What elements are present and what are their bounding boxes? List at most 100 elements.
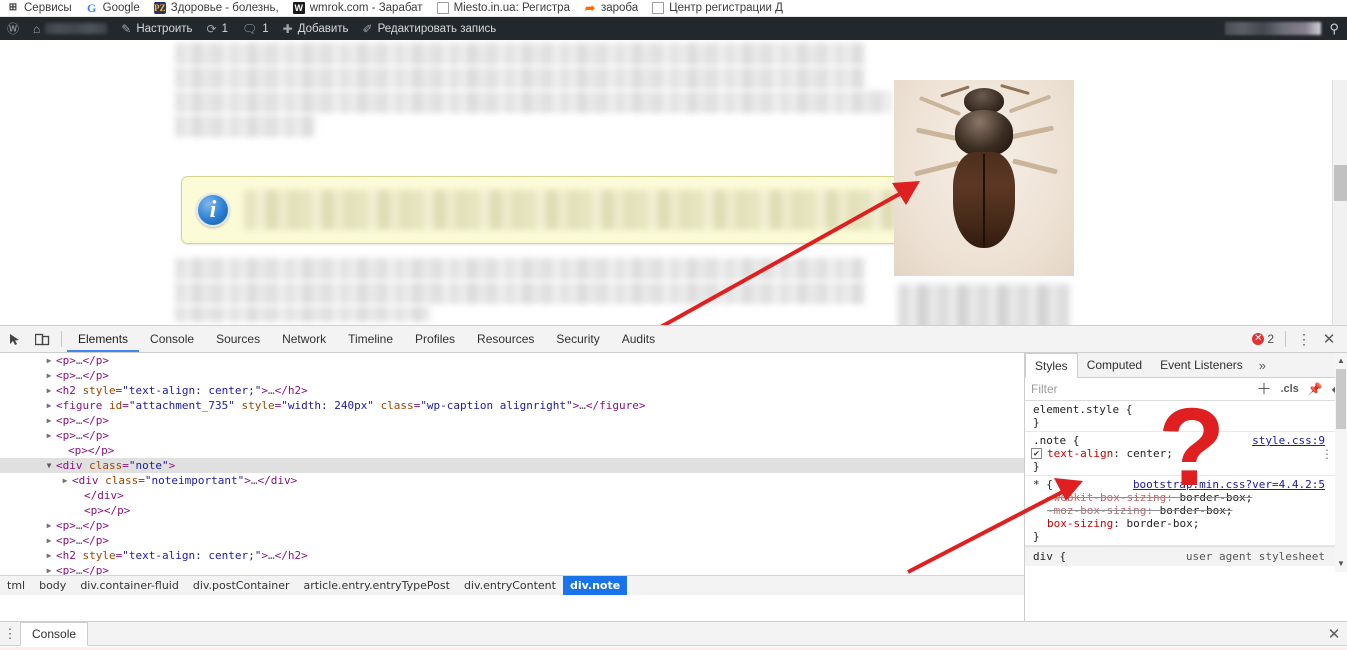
style-property[interactable]: box-sizing: border-box; (1033, 517, 1339, 530)
dom-tree-row[interactable]: ▶ <p>…</p> (0, 533, 1024, 548)
tab-computed[interactable]: Computed (1078, 353, 1151, 377)
style-rule[interactable]: .note {style.css:9 ✔ text-align: center;} ⋮ (1025, 432, 1347, 476)
breadcrumb-item[interactable]: div.container-fluid (73, 576, 186, 595)
styles-filter-input[interactable]: Filter (1031, 382, 1256, 396)
breadcrumb-item[interactable]: div.entryContent (457, 576, 563, 595)
dom-tree-pane[interactable]: ▶ <p>…</p> ▶ <p>…</p> ▶ <h2 style="text-align… (0, 353, 1024, 575)
bookmark-item-1[interactable]: G Google (79, 0, 147, 16)
device-toolbar-icon[interactable] (28, 326, 56, 352)
tab-profiles[interactable]: Profiles (404, 326, 466, 352)
scroll-down-arrow-icon[interactable]: ▼ (1335, 558, 1347, 570)
property-enabled-checkbox[interactable]: ✔ (1031, 448, 1042, 459)
breadcrumb-item[interactable]: div.note (562, 576, 628, 595)
bookmark-item-3[interactable]: W wmrok.com - Зарабат (286, 0, 430, 16)
tab-security[interactable]: Security (545, 326, 610, 352)
bookmark-item-0[interactable]: ⊞ Сервисы (0, 0, 79, 16)
styles-scrollbar[interactable]: ▲ ▼ (1335, 353, 1347, 572)
breadcrumb-item[interactable]: article.entry.entryTypePost (297, 576, 457, 595)
wp-logo-menu[interactable]: Ⓦ (0, 17, 26, 40)
chevron-right-icon[interactable]: ▶ (60, 473, 70, 488)
style-rule-menu-icon[interactable]: ⋮ (1321, 448, 1333, 460)
dom-tree-row[interactable]: ▶ <p>…</p> (0, 563, 1024, 575)
dom-tree-row[interactable]: <p></p> (0, 503, 1024, 518)
tab-resources[interactable]: Resources (466, 326, 545, 352)
wp-comments-count: 1 (262, 22, 269, 35)
user-agent-style-rule[interactable]: div {user agent stylesheet (1025, 546, 1347, 566)
dom-tree-row[interactable]: ▶ <div class="noteimportant">…</div> (0, 473, 1024, 488)
style-rule-selector: element.style { (1033, 403, 1133, 416)
tab-timeline[interactable]: Timeline (337, 326, 404, 352)
dom-tree-row[interactable]: </div> (0, 488, 1024, 503)
breadcrumb-item[interactable]: tml (0, 576, 32, 595)
style-property[interactable]: -moz-box-sizing: border-box; (1033, 504, 1339, 517)
chevron-right-icon[interactable]: ▶ (44, 383, 54, 398)
chevron-double-right-icon[interactable]: » (1252, 358, 1273, 373)
tab-sources[interactable]: Sources (205, 326, 271, 352)
dom-tree-row[interactable]: ▼ <div class="note"> (0, 458, 1024, 473)
wp-site-menu[interactable]: ⌂ (26, 17, 114, 40)
styles-scrollbar-thumb[interactable] (1336, 369, 1346, 429)
scroll-up-arrow-icon[interactable]: ▲ (1335, 355, 1347, 367)
toolbar-divider (1285, 331, 1286, 347)
wp-new-content-button[interactable]: ✚ Добавить (276, 17, 356, 40)
dom-tree-row[interactable]: ▶ <p>…</p> (0, 428, 1024, 443)
paragraph-blurred (175, 282, 865, 304)
tab-audits[interactable]: Audits (611, 326, 666, 352)
kebab-menu-icon[interactable]: ⋮ (1293, 331, 1315, 348)
bookmark-item-6[interactable]: Центр регистрации Д (645, 0, 790, 16)
new-style-rule-icon[interactable]: ＋ (1256, 382, 1271, 397)
style-property[interactable]: -webkit-box-sizing: border-box; (1033, 491, 1339, 504)
chevron-right-icon[interactable]: ▶ (44, 353, 54, 368)
dom-tree-row[interactable]: <p></p> (0, 443, 1024, 458)
breadcrumb-item[interactable]: body (32, 576, 73, 595)
close-icon[interactable]: ✕ (1317, 330, 1341, 348)
stylesheet-source-link[interactable]: style.css:9 (1252, 434, 1325, 447)
tab-console[interactable]: Console (139, 326, 205, 352)
chevron-right-icon[interactable]: ▶ (44, 368, 54, 383)
page-scrollbar[interactable]: ▼ (1332, 80, 1347, 325)
close-icon[interactable]: ✕ (1321, 625, 1347, 643)
style-rule[interactable]: element.style {} (1025, 401, 1347, 432)
chevron-right-icon[interactable]: ▶ (44, 518, 54, 533)
dom-tree-row[interactable]: ▶ <p>…</p> (0, 353, 1024, 368)
wp-search-input-blurred[interactable] (1225, 22, 1322, 35)
dom-tree-row[interactable]: ▶ <p>…</p> (0, 413, 1024, 428)
wp-edit-post-button[interactable]: ✐ Редактировать запись (356, 17, 504, 40)
breadcrumb-item[interactable]: div.postContainer (186, 576, 297, 595)
pin-icon[interactable]: 📌 (1308, 382, 1323, 396)
image-caption-blurred (898, 284, 1070, 325)
styles-rules-list[interactable]: element.style {} .note {style.css:9 ✔ text-… (1025, 401, 1347, 620)
search-icon[interactable]: ⚲ (1329, 21, 1339, 37)
page-scrollbar-thumb[interactable] (1334, 165, 1347, 201)
error-count-badge[interactable]: ✕ 2 (1248, 332, 1278, 346)
chevron-right-icon[interactable]: ▶ (44, 398, 54, 413)
stylesheet-source-link[interactable]: bootstrap.min.css?ver=4.4.2:5 (1133, 478, 1325, 491)
chevron-right-icon[interactable]: ▶ (44, 563, 54, 575)
wp-customize-button[interactable]: ✎ Настроить (114, 17, 199, 40)
dom-tree-row[interactable]: ▶ <h2 style="text-align: center;">…</h2> (0, 548, 1024, 563)
inspect-element-icon[interactable] (0, 326, 28, 352)
element-classes-button[interactable]: .cls (1280, 383, 1298, 395)
tab-network[interactable]: Network (271, 326, 337, 352)
chevron-down-icon[interactable]: ▼ (44, 458, 54, 473)
bookmark-item-2[interactable]: PZ Здоровье - болезнь, (147, 0, 286, 16)
bookmark-item-4[interactable]: Miesto.in.ua: Регистра (430, 0, 577, 16)
chevron-right-icon[interactable]: ▶ (44, 428, 54, 443)
dom-tree-row[interactable]: ▶ <p>…</p> (0, 518, 1024, 533)
tab-elements[interactable]: Elements (67, 326, 140, 352)
dom-tree-row[interactable]: ▶ <p>…</p> (0, 368, 1024, 383)
chevron-right-icon[interactable]: ▶ (44, 413, 54, 428)
dom-tree-row[interactable]: ▶ <h2 style="text-align: center;">…</h2> (0, 383, 1024, 398)
bookmark-item-5[interactable]: ➦ зароба (577, 0, 645, 16)
chevron-right-icon[interactable]: ▶ (44, 533, 54, 548)
tab-styles[interactable]: Styles (1025, 353, 1078, 378)
style-rule[interactable]: * {bootstrap.min.css?ver=4.4.2:5 -webkit-… (1025, 476, 1347, 546)
style-property[interactable]: ✔ text-align: center; (1031, 447, 1339, 460)
drawer-tab-console[interactable]: Console (20, 622, 89, 646)
chevron-right-icon[interactable]: ▶ (44, 548, 54, 563)
dom-tree-row[interactable]: ▶ <figure id="attachment_735" style="widt… (0, 398, 1024, 413)
kebab-menu-icon[interactable]: ⋮ (0, 626, 20, 642)
wp-comments-button[interactable]: 🗨 1 (235, 17, 276, 40)
tab-event-listeners[interactable]: Event Listeners (1151, 353, 1252, 377)
wp-updates-button[interactable]: ⟳ 1 (200, 17, 235, 40)
